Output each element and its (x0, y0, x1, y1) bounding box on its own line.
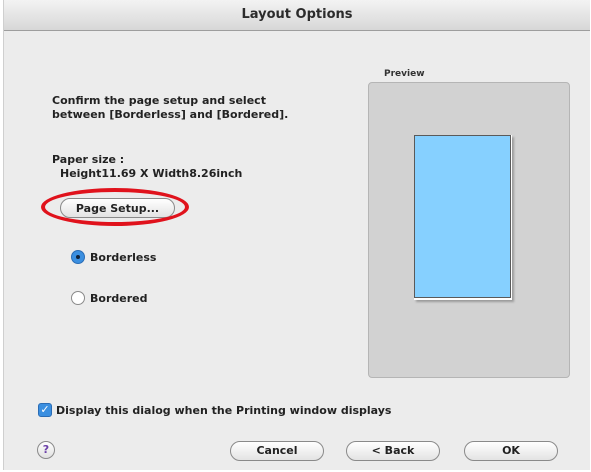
ok-button[interactable]: OK (464, 441, 558, 461)
bordered-label: Bordered (90, 291, 148, 305)
bordered-radio[interactable] (71, 291, 85, 305)
bordered-option[interactable]: Bordered (71, 291, 147, 305)
paper-size-value: Height11.69 X Width8.26inch (60, 167, 243, 180)
preview-paper (414, 135, 512, 300)
display-dialog-label: Display this dialog when the Printing wi… (56, 403, 392, 417)
borderless-option[interactable]: Borderless (71, 250, 156, 264)
back-button[interactable]: < Back (346, 441, 440, 461)
borderless-label: Borderless (90, 250, 157, 264)
borderless-radio[interactable] (71, 250, 85, 264)
help-button[interactable]: ? (37, 441, 55, 459)
display-dialog-option[interactable]: ✓ Display this dialog when the Printing … (38, 403, 391, 417)
highlight-annotation-oval (41, 188, 189, 226)
preview-image-area (414, 135, 511, 298)
display-dialog-checkbox[interactable]: ✓ (38, 403, 52, 417)
preview-label: Preview (382, 69, 427, 79)
cancel-button[interactable]: Cancel (230, 441, 324, 461)
instructions-text: Confirm the page setup and select betwee… (52, 94, 332, 122)
instructions-line-1: Confirm the page setup and select (52, 94, 266, 107)
window-title: Layout Options (4, 0, 590, 31)
paper-size-label: Paper size : (52, 153, 125, 166)
instructions-line-2: between [Borderless] and [Bordered]. (52, 108, 289, 121)
